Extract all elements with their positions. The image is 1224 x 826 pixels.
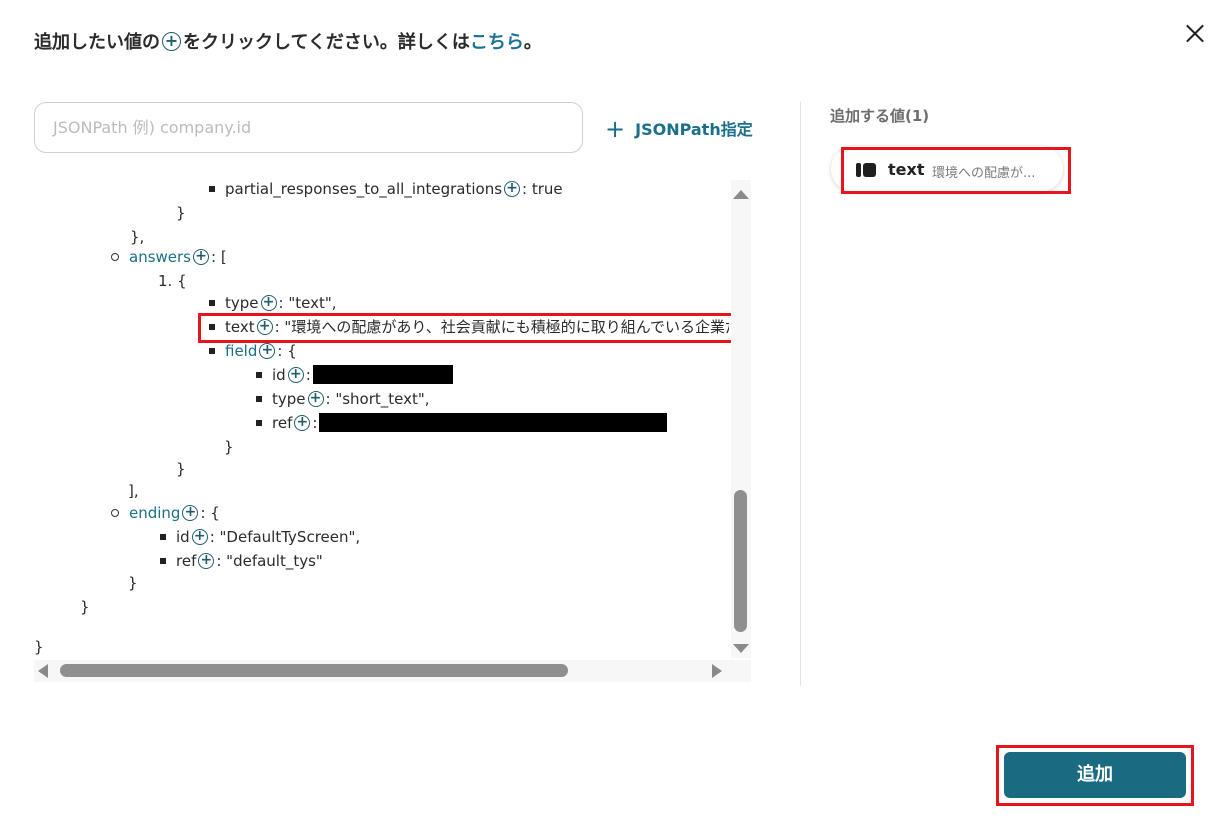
help-link[interactable]: こちら <box>470 32 524 53</box>
tree-value: : <box>312 414 318 432</box>
add-value-icon[interactable]: + <box>198 552 215 569</box>
tree-value: true <box>531 180 563 198</box>
tree-value: : "short_text", <box>325 390 430 408</box>
scroll-up-icon[interactable] <box>733 190 749 199</box>
tree-value: : { <box>200 504 220 522</box>
tree-key: type <box>225 294 259 312</box>
jsonpath-specify-button[interactable]: + JSONPath指定 <box>605 114 753 145</box>
close-icon[interactable] <box>1184 22 1206 44</box>
json-tree: partial_responses_to_all_integrations +: … <box>34 172 729 658</box>
instruction-part: 。 <box>523 32 542 53</box>
bullet-square-icon <box>209 299 215 306</box>
highlight-box <box>198 313 738 343</box>
tree-line: } <box>34 638 44 656</box>
add-value-icon[interactable]: + <box>260 294 277 311</box>
add-value-icon[interactable]: + <box>182 504 199 521</box>
bullet-circle-icon <box>111 252 119 261</box>
instruction-part: をクリックしてください。詳しくは <box>183 32 470 53</box>
tree-key: partial_responses_to_all_integrations <box>225 180 503 198</box>
bullet-square-icon <box>256 395 262 402</box>
plus-circle-icon: + <box>162 31 181 51</box>
bullet-square-icon <box>160 557 166 564</box>
bullet-square-icon <box>256 371 262 378</box>
vertical-scroll-thumb[interactable] <box>734 490 747 632</box>
tree-line: } <box>176 460 186 478</box>
selected-values-title: 追加する値(1) <box>830 107 930 125</box>
tree-line: ref +: "default_tys" <box>160 550 323 572</box>
bullet-square-icon <box>256 419 262 426</box>
highlight-box <box>996 745 1194 806</box>
tree-line: ending +: { <box>111 502 220 524</box>
redacted-value <box>312 365 453 384</box>
tree-line: } <box>176 204 186 222</box>
tree-line: type +: "text", <box>209 292 337 314</box>
tree-line: 1. { <box>158 272 187 290</box>
add-value-icon[interactable]: + <box>294 414 311 431</box>
bullet-square-icon <box>209 347 215 354</box>
instruction-part: 追加したい値の <box>34 32 160 53</box>
redacted-value <box>319 413 668 432</box>
tree-line: partial_responses_to_all_integrations +: … <box>209 178 563 200</box>
tree-value: : [ <box>211 248 227 266</box>
tree-key: answers <box>129 248 191 266</box>
add-value-icon[interactable]: + <box>307 390 324 407</box>
add-value-icon[interactable]: + <box>193 248 209 265</box>
horizontal-scroll-thumb[interactable] <box>60 664 568 677</box>
tree-line: } <box>128 574 138 592</box>
scroll-left-icon[interactable] <box>38 664 48 678</box>
tree-value: : { <box>277 342 297 360</box>
bullet-square-icon <box>160 533 166 540</box>
bullet-square-icon <box>209 185 215 192</box>
bullet-circle-icon <box>111 508 119 517</box>
highlight-box <box>841 147 1071 194</box>
tree-key: id <box>176 528 190 546</box>
panel-divider <box>800 102 801 686</box>
tree-line: answers +: [ <box>111 246 227 268</box>
tree-key: field <box>225 342 258 360</box>
tree-line: }, <box>130 228 145 246</box>
tree-value: : "default_tys" <box>216 552 323 570</box>
tree-line: ref +: <box>256 412 668 434</box>
add-value-icon[interactable]: + <box>259 342 276 359</box>
tree-value: : "text", <box>278 294 337 312</box>
tree-value: : <box>305 366 311 384</box>
scroll-down-icon[interactable] <box>733 644 749 653</box>
tree-line: id +: <box>256 364 453 386</box>
tree-sep: : <box>522 180 532 198</box>
tree-line: type +: "short_text", <box>256 388 430 410</box>
instruction-text: 追加したい値の + をクリックしてください。詳しくはこちら。 <box>34 28 542 54</box>
add-value-icon[interactable]: + <box>191 528 208 545</box>
tree-line: field +: { <box>209 340 297 362</box>
add-value-icon[interactable]: + <box>287 366 304 383</box>
tree-key: id <box>272 366 286 384</box>
tree-key: ending <box>129 504 181 522</box>
tree-key: ref <box>272 414 293 432</box>
add-value-icon[interactable]: + <box>504 180 521 197</box>
tree-line: ], <box>128 482 139 500</box>
tree-line: } <box>80 598 90 616</box>
tree-key: type <box>272 390 306 408</box>
tree-value: : "DefaultTyScreen", <box>209 528 361 546</box>
tree-line: id +: "DefaultTyScreen", <box>160 526 360 548</box>
tree-line: } <box>224 438 234 456</box>
jsonpath-specify-label: JSONPath指定 <box>635 120 753 139</box>
plus-icon: + <box>605 114 626 143</box>
jsonpath-search-input[interactable]: JSONPath 例) company.id <box>34 102 583 153</box>
scroll-right-icon[interactable] <box>712 664 722 678</box>
tree-key: ref <box>176 552 197 570</box>
